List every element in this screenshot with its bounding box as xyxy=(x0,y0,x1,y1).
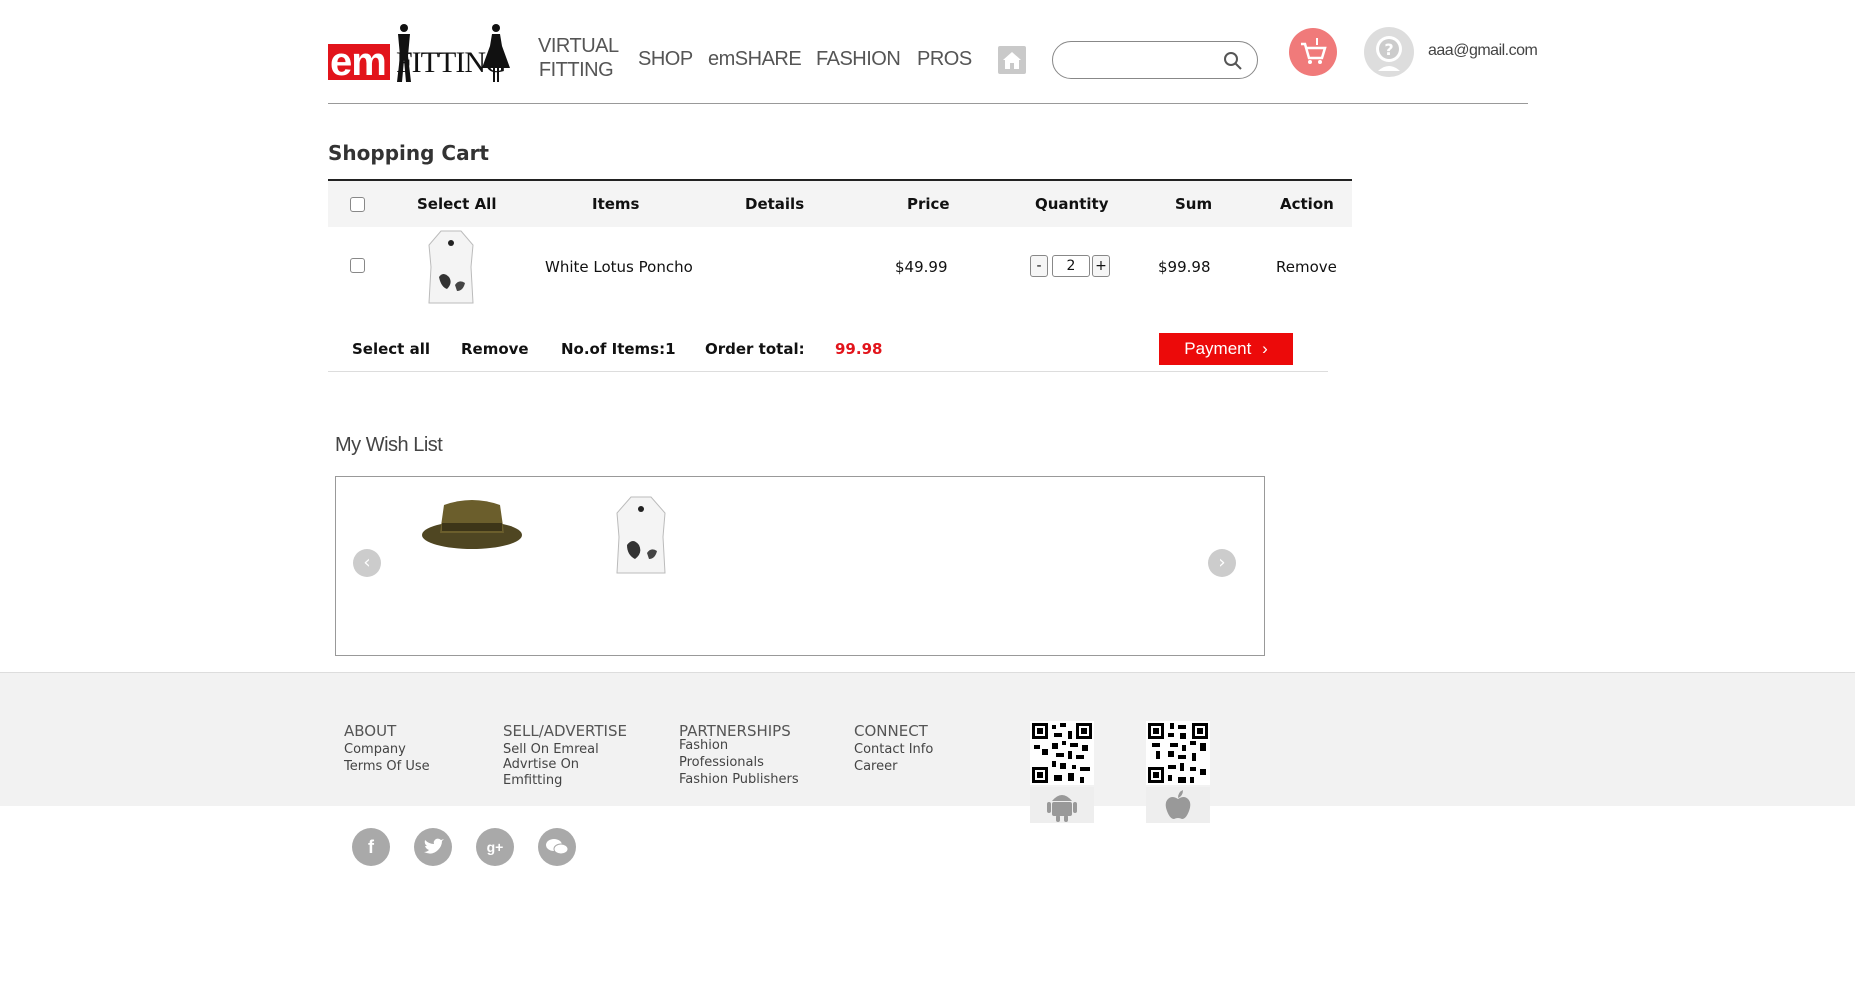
footer-connect-title: CONNECT xyxy=(854,722,928,740)
footer-select-all-link[interactable]: Select all xyxy=(352,340,430,358)
wechat-icon[interactable] xyxy=(538,828,576,866)
footer-partnerships: PARTNERSHIPS Fashion Professionals Fashi… xyxy=(679,723,799,788)
quantity-decrease-button[interactable]: - xyxy=(1030,255,1048,277)
cart-table-header: Select All Items Details Price Quantity … xyxy=(328,181,1352,227)
footer-link-advertise-line1: Advrtise On xyxy=(503,757,580,772)
col-quantity: Quantity xyxy=(1035,195,1109,213)
account-help-icon[interactable]: ? xyxy=(1364,27,1414,77)
wishlist-item-hat[interactable] xyxy=(420,495,524,555)
android-qr-code xyxy=(1030,721,1094,785)
footer-about-title: ABOUT xyxy=(344,722,397,740)
cart-summary: Select all Remove No.of Items:1 Order to… xyxy=(328,330,1328,372)
footer-link-professionals[interactable]: Professionals xyxy=(679,754,799,771)
footer-link-contact[interactable]: Contact Info xyxy=(854,741,933,758)
logo-figures-icon xyxy=(397,24,510,82)
cart-table: Select All Items Details Price Quantity … xyxy=(328,179,1352,307)
search-box[interactable] xyxy=(1052,41,1258,79)
footer-link-career[interactable]: Career xyxy=(854,758,933,775)
footer-link-terms[interactable]: Terms Of Use xyxy=(344,758,430,775)
table-row: White Lotus Poncho $49.99 - 2 + $99.98 R… xyxy=(328,227,1352,307)
footer-sell: SELL/ADVERTISE Sell On Emreal Advrtise O… xyxy=(503,723,627,789)
footer-link-sell[interactable]: Sell On Emreal xyxy=(503,741,627,758)
googleplus-icon[interactable]: g+ xyxy=(476,828,514,866)
home-icon[interactable] xyxy=(998,46,1026,74)
footer-connect: CONNECT Contact Info Career xyxy=(854,723,933,775)
site-footer: ABOUT Company Terms Of Use SELL/ADVERTIS… xyxy=(0,672,1855,823)
col-select-all: Select All xyxy=(417,195,497,213)
quantity-input[interactable]: 2 xyxy=(1052,255,1090,277)
android-icon[interactable] xyxy=(1030,787,1094,823)
nav-virtual-line1: VIRTUAL xyxy=(538,35,619,57)
nav-virtual-fitting[interactable]: VIRTUAL FITTING xyxy=(538,34,619,82)
row-sum: $99.98 xyxy=(1158,258,1211,276)
payment-button[interactable]: Payment › xyxy=(1159,333,1293,365)
nav-emshare[interactable]: emSHARE xyxy=(708,48,802,71)
carousel-next-button[interactable]: › xyxy=(1208,549,1236,577)
footer-link-advertise[interactable]: Advrtise On Emfitting xyxy=(503,758,627,789)
search-input[interactable] xyxy=(1067,50,1217,70)
emfitting-logo[interactable]: em FITTING xyxy=(328,22,510,86)
col-action: Action xyxy=(1280,195,1334,213)
footer-remove-link[interactable]: Remove xyxy=(461,340,529,358)
payment-label: Payment xyxy=(1184,339,1252,358)
page-title: Shopping Cart xyxy=(328,141,489,165)
quantity-increase-button[interactable]: + xyxy=(1092,255,1110,277)
site-header: em FITTING VIRTUAL FITTING SHOP emSHARE … xyxy=(328,18,1538,104)
facebook-icon[interactable]: f xyxy=(352,828,390,866)
nav-fashion[interactable]: FASHION xyxy=(816,48,901,71)
footer-about: ABOUT Company Terms Of Use xyxy=(344,723,430,775)
col-details: Details xyxy=(745,195,805,213)
search-icon[interactable] xyxy=(1223,51,1243,71)
user-email[interactable]: aaa@gmail.com xyxy=(1428,42,1538,60)
product-thumbnail[interactable] xyxy=(423,227,479,307)
footer-link-company[interactable]: Company xyxy=(344,741,430,758)
ios-qr-code xyxy=(1146,721,1210,785)
wishlist-title: My Wish List xyxy=(335,434,443,456)
carousel-prev-button[interactable]: ‹ xyxy=(353,549,381,577)
wishlist-carousel: ‹ › xyxy=(335,476,1265,656)
apple-icon[interactable] xyxy=(1146,787,1210,823)
logo-em: em xyxy=(328,42,390,82)
svg-text:?: ? xyxy=(1384,40,1393,59)
product-price: $49.99 xyxy=(895,258,948,276)
col-items: Items xyxy=(592,195,640,213)
nav-pros[interactable]: PROS xyxy=(917,48,972,71)
remove-item-link[interactable]: Remove xyxy=(1276,258,1337,276)
select-all-checkbox[interactable] xyxy=(350,197,365,212)
col-price: Price xyxy=(907,195,950,213)
cart-icon[interactable] xyxy=(1289,28,1337,76)
row-checkbox[interactable] xyxy=(350,258,365,273)
chevron-right-icon: › xyxy=(1262,339,1268,358)
twitter-icon[interactable] xyxy=(414,828,452,866)
footer-link-advertise-line2: Emfitting xyxy=(503,773,563,788)
footer-sell-title: SELL/ADVERTISE xyxy=(503,722,627,740)
order-total-value: 99.98 xyxy=(835,340,883,358)
order-total-label: Order total: xyxy=(705,340,805,358)
item-count: No.of Items:1 xyxy=(561,340,676,358)
wishlist-item-poncho[interactable] xyxy=(611,493,671,577)
col-sum: Sum xyxy=(1175,195,1213,213)
footer-link-publishers[interactable]: Fashion Publishers xyxy=(679,771,799,788)
product-name[interactable]: White Lotus Poncho xyxy=(545,258,693,276)
nav-shop[interactable]: SHOP xyxy=(638,48,693,71)
nav-virtual-line2: FITTING xyxy=(538,59,614,81)
